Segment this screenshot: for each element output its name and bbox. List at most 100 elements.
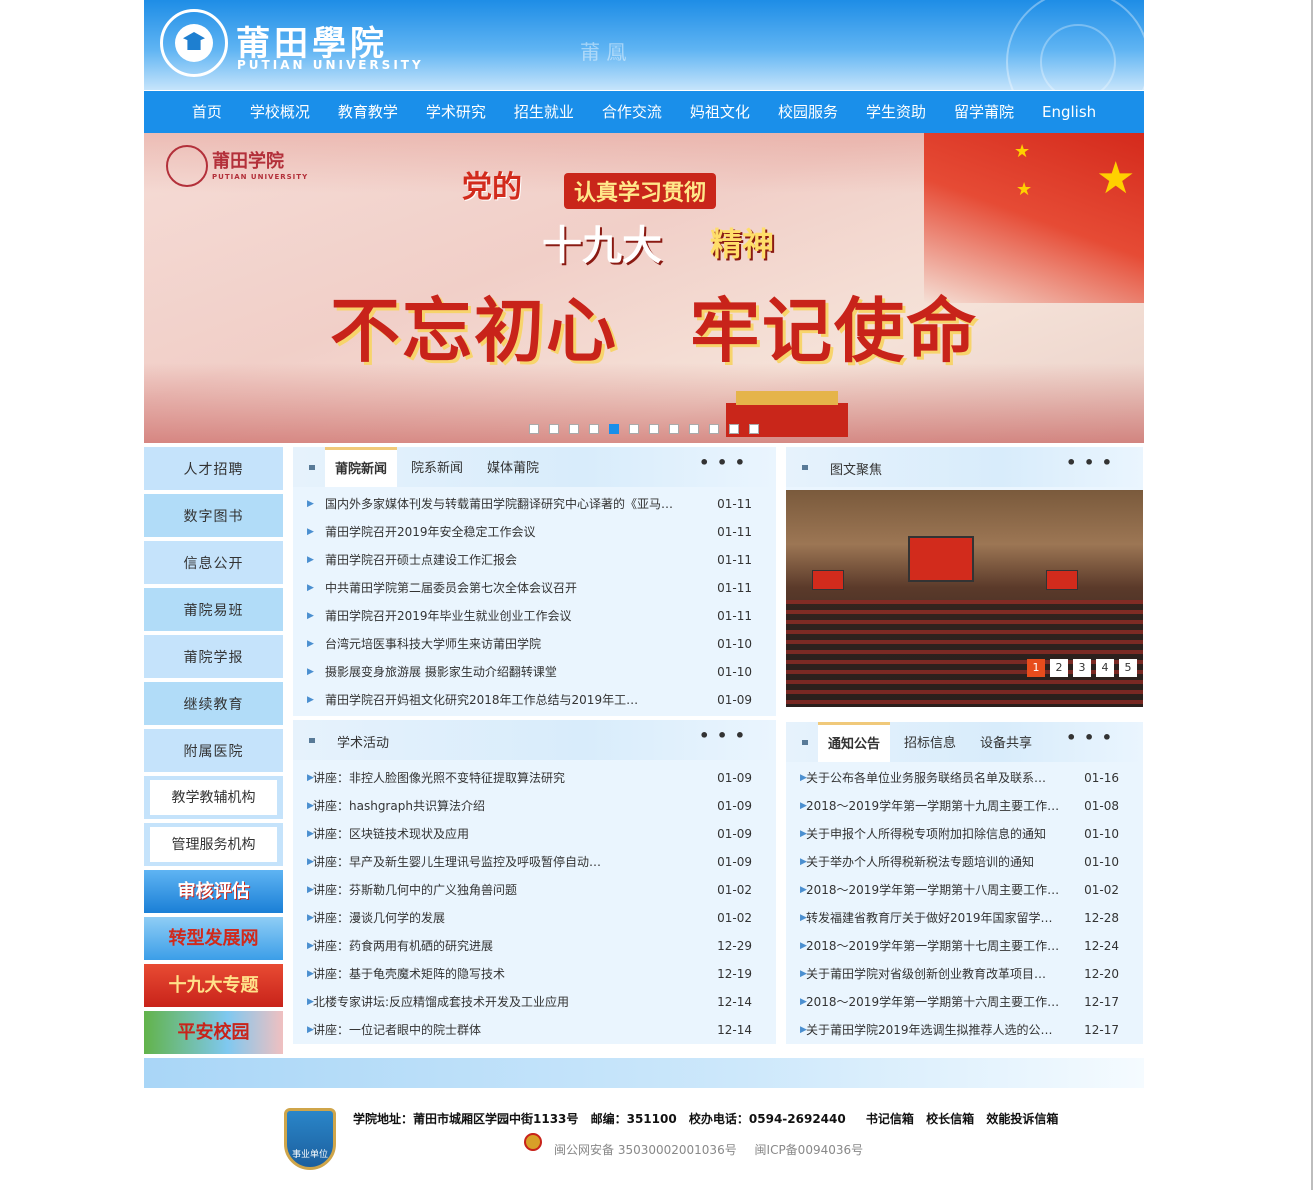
footer-link-complaint[interactable]: 效能投诉信箱: [986, 1112, 1058, 1126]
nav-student-aid[interactable]: 学生资助: [852, 91, 940, 133]
list-item-title[interactable]: 莆田学院召开2019年毕业生就业创业工作会议: [325, 602, 685, 630]
nav-education[interactable]: 教育教学: [324, 91, 412, 133]
footer-link-president[interactable]: 校长信箱: [926, 1112, 974, 1126]
footer-police-record[interactable]: 闽公网安备 35030002001036号: [554, 1143, 737, 1157]
sidebar-banner-transformation[interactable]: 转型发展网: [144, 917, 283, 960]
more-button[interactable]: • • •: [1066, 453, 1113, 472]
list-item[interactable]: ▶ 转发福建省教育厅关于做好2019年国家留学… 12-28: [786, 904, 1143, 932]
list-item-title[interactable]: 讲座：hashgraph共识算法介绍: [313, 792, 673, 820]
pager-button[interactable]: 1: [1027, 659, 1045, 677]
nav-english[interactable]: English: [1028, 91, 1110, 133]
list-item-title[interactable]: 2018～2019学年第一学期第十八周主要工作…: [806, 876, 1066, 904]
list-item-title[interactable]: 国内外多家媒体刊发与转载莆田学院翻译研究中心译著的《亚马…: [325, 490, 685, 518]
sidebar-item-continuing-education[interactable]: 继续教育: [144, 682, 283, 725]
list-item-title[interactable]: 北楼专家讲坛:反应精馏成套技术开发及工业应用: [313, 988, 673, 1016]
list-item[interactable]: ▶ 北楼专家讲坛:反应精馏成套技术开发及工业应用 12-14: [293, 988, 776, 1016]
more-button[interactable]: • • •: [699, 453, 746, 472]
sidebar-item-info-disclosure[interactable]: 信息公开: [144, 541, 283, 584]
list-item[interactable]: ▶ 讲座：芬斯勒几何中的广义独角兽问题 01-02: [293, 876, 776, 904]
list-item[interactable]: ▶ 讲座：hashgraph共识算法介绍 01-09: [293, 792, 776, 820]
carousel-dot[interactable]: [669, 424, 679, 434]
list-item-title[interactable]: 关于公布各单位业务服务联络员名单及联系…: [806, 764, 1066, 792]
list-item-title[interactable]: 讲座：基于龟壳魔术矩阵的隐写技术: [313, 960, 673, 988]
list-item[interactable]: ▶ 莆田学院召开2019年安全稳定工作会议 01-11: [293, 518, 776, 546]
list-item[interactable]: ▶ 摄影展变身旅游展 摄影家生动介绍翻转课堂 01-10: [293, 658, 776, 686]
list-item-title[interactable]: 莆田学院召开妈祖文化研究2018年工作总结与2019年工…: [325, 686, 685, 714]
footer-icp-record[interactable]: 闽ICP备0094036号: [755, 1143, 864, 1157]
carousel-dot[interactable]: [569, 424, 579, 434]
list-item[interactable]: ▶ 莆田学院召开妈祖文化研究2018年工作总结与2019年工… 01-09: [293, 686, 776, 714]
sidebar-item-yiban[interactable]: 莆院易班: [144, 588, 283, 631]
list-item-title[interactable]: 中共莆田学院第二届委员会第七次全体会议召开: [325, 574, 685, 602]
carousel-dot[interactable]: [629, 424, 639, 434]
tab-media-news[interactable]: 媒体莆院: [487, 447, 539, 487]
nav-campus-service[interactable]: 校园服务: [764, 91, 852, 133]
sidebar-item-journal[interactable]: 莆院学报: [144, 635, 283, 678]
list-item[interactable]: ▶ 关于莆田学院2019年选调生拟推荐人选的公… 12-17: [786, 1016, 1143, 1044]
list-item[interactable]: ▶ 讲座：非控人脸图像光照不变特征提取算法研究 01-09: [293, 764, 776, 792]
list-item[interactable]: ▶ 2018～2019学年第一学期第十七周主要工作… 12-24: [786, 932, 1143, 960]
list-item[interactable]: ▶ 讲座：漫谈几何学的发展 01-02: [293, 904, 776, 932]
list-item[interactable]: ▶ 关于莆田学院对省级创新创业教育改革项目… 12-20: [786, 960, 1143, 988]
sidebar-banner-safe-campus[interactable]: 平安校园: [144, 1011, 283, 1054]
public-institution-badge[interactable]: 事业单位: [284, 1108, 336, 1170]
university-name-en[interactable]: PUTIAN UNIVERSITY: [237, 58, 424, 72]
carousel-dot[interactable]: [749, 424, 759, 434]
list-item-title[interactable]: 关于申报个人所得税专项附加扣除信息的通知: [806, 820, 1066, 848]
carousel-dot[interactable]: [549, 424, 559, 434]
list-item-title[interactable]: 讲座：非控人脸图像光照不变特征提取算法研究: [313, 764, 673, 792]
list-item-title[interactable]: 讲座：芬斯勒几何中的广义独角兽问题: [313, 876, 673, 904]
list-item[interactable]: ▶ 台湾元培医事科技大学师生来访莆田学院 01-10: [293, 630, 776, 658]
carousel-dot[interactable]: [589, 424, 599, 434]
footer-link-secretary[interactable]: 书记信箱: [866, 1112, 914, 1126]
carousel-dot[interactable]: [609, 424, 619, 434]
nav-admissions[interactable]: 招生就业: [500, 91, 588, 133]
carousel-dot[interactable]: [689, 424, 699, 434]
list-item-title[interactable]: 转发福建省教育厅关于做好2019年国家留学…: [806, 904, 1066, 932]
pager-button[interactable]: 5: [1119, 659, 1137, 677]
sidebar-admin-units[interactable]: 管理服务机构: [144, 823, 283, 866]
list-item-title[interactable]: 讲座：一位记者眼中的院士群体: [313, 1016, 673, 1044]
hero-banner[interactable]: ★ ★ ★ 莆田学院 PUTIAN UNIVERSITY 党的 认真学习贯彻 十…: [144, 133, 1144, 443]
list-item-title[interactable]: 关于莆田学院对省级创新创业教育改革项目…: [806, 960, 1066, 988]
list-item[interactable]: ▶ 讲座：基于龟壳魔术矩阵的隐写技术 12-19: [293, 960, 776, 988]
sidebar-item-digital-library[interactable]: 数字图书: [144, 494, 283, 537]
list-item[interactable]: ▶ 讲座：早产及新生婴儿生理讯号监控及呼吸暂停自动… 01-09: [293, 848, 776, 876]
sidebar-item-recruitment[interactable]: 人才招聘: [144, 447, 283, 490]
list-item-title[interactable]: 莆田学院召开2019年安全稳定工作会议: [325, 518, 685, 546]
list-item[interactable]: ▶ 2018～2019学年第一学期第十九周主要工作… 01-08: [786, 792, 1143, 820]
carousel-dot[interactable]: [709, 424, 719, 434]
pager-button[interactable]: 4: [1096, 659, 1114, 677]
list-item-title[interactable]: 摄影展变身旅游展 摄影家生动介绍翻转课堂: [325, 658, 685, 686]
university-seal-icon[interactable]: [160, 9, 228, 77]
list-item[interactable]: ▶ 中共莆田学院第二届委员会第七次全体会议召开 01-11: [293, 574, 776, 602]
list-item[interactable]: ▶ 2018～2019学年第一学期第十八周主要工作… 01-02: [786, 876, 1143, 904]
nav-cooperation[interactable]: 合作交流: [588, 91, 676, 133]
list-item[interactable]: ▶ 关于举办个人所得税新税法专题培训的通知 01-10: [786, 848, 1143, 876]
list-item[interactable]: ▶ 莆田学院召开2019年毕业生就业创业工作会议 01-11: [293, 602, 776, 630]
list-item[interactable]: ▶ 讲座：一位记者眼中的院士群体 12-14: [293, 1016, 776, 1044]
carousel-dot[interactable]: [529, 424, 539, 434]
list-item-title[interactable]: 讲座：漫谈几何学的发展: [313, 904, 673, 932]
list-item[interactable]: ▶ 关于申报个人所得税专项附加扣除信息的通知 01-10: [786, 820, 1143, 848]
sidebar-banner-audit[interactable]: 审核评估: [144, 870, 283, 913]
list-item[interactable]: ▶ 莆田学院召开硕士点建设工作汇报会 01-11: [293, 546, 776, 574]
pager-button[interactable]: 3: [1073, 659, 1091, 677]
list-item-title[interactable]: 2018～2019学年第一学期第十七周主要工作…: [806, 932, 1066, 960]
list-item[interactable]: ▶ 2018～2019学年第一学期第十六周主要工作… 12-17: [786, 988, 1143, 1016]
tab-campus-news[interactable]: 莆院新闻: [325, 447, 398, 487]
tab-department-news[interactable]: 院系新闻: [411, 447, 463, 487]
list-item-title[interactable]: 2018～2019学年第一学期第十六周主要工作…: [806, 988, 1066, 1016]
list-item[interactable]: ▶ 关于公布各单位业务服务联络员名单及联系… 01-16: [786, 764, 1143, 792]
sidebar-banner-19th-congress[interactable]: 十九大专题: [144, 964, 283, 1007]
list-item-title[interactable]: 关于举办个人所得税新税法专题培训的通知: [806, 848, 1066, 876]
tab-tenders[interactable]: 招标信息: [904, 722, 956, 762]
pager-button[interactable]: 2: [1050, 659, 1068, 677]
list-item-title[interactable]: 台湾元培医事科技大学师生来访莆田学院: [325, 630, 685, 658]
sidebar-teaching-units[interactable]: 教学教辅机构: [144, 776, 283, 819]
list-item[interactable]: ▶ 国内外多家媒体刊发与转载莆田学院翻译研究中心译著的《亚马… 01-11: [293, 490, 776, 518]
tab-notices[interactable]: 通知公告: [818, 722, 891, 762]
tab-equipment-sharing[interactable]: 设备共享: [980, 722, 1032, 762]
nav-home[interactable]: 首页: [178, 91, 236, 133]
list-item-title[interactable]: 2018～2019学年第一学期第十九周主要工作…: [806, 792, 1066, 820]
